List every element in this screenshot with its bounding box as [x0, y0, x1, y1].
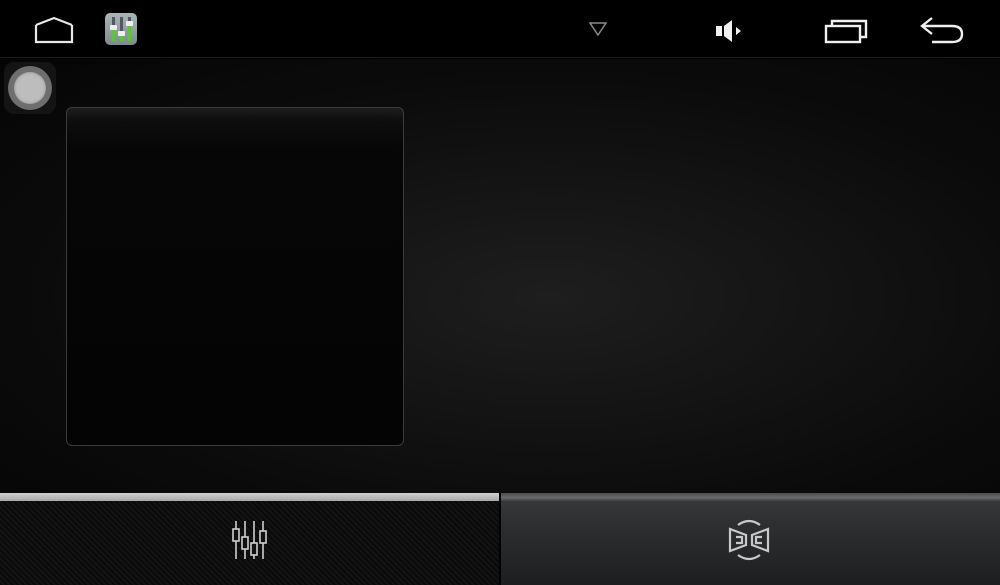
- speaker-icon[interactable]: [714, 18, 748, 44]
- floating-assistive-button[interactable]: [4, 62, 56, 114]
- wifi-icon: [588, 20, 608, 38]
- band-low: [73, 108, 181, 447]
- tab-top-bar: [501, 493, 1000, 501]
- equalizer-app-icon[interactable]: [105, 13, 137, 45]
- band-mid: [181, 108, 289, 447]
- equalizer-panel: [66, 107, 404, 446]
- home-icon[interactable]: [34, 16, 74, 44]
- recent-apps-icon[interactable]: [822, 17, 870, 45]
- sound-field-icon: [724, 515, 774, 565]
- tab-sound-field[interactable]: [501, 493, 1000, 585]
- tab-equalizer[interactable]: [0, 493, 499, 585]
- floating-ball-icon: [14, 72, 46, 104]
- back-icon[interactable]: [918, 14, 966, 46]
- bottom-tab-bar: [0, 493, 1000, 585]
- band-high: [289, 108, 397, 447]
- status-bar: [0, 0, 1000, 58]
- active-tab-indicator: [0, 493, 499, 501]
- equalizer-sliders-icon: [224, 515, 274, 565]
